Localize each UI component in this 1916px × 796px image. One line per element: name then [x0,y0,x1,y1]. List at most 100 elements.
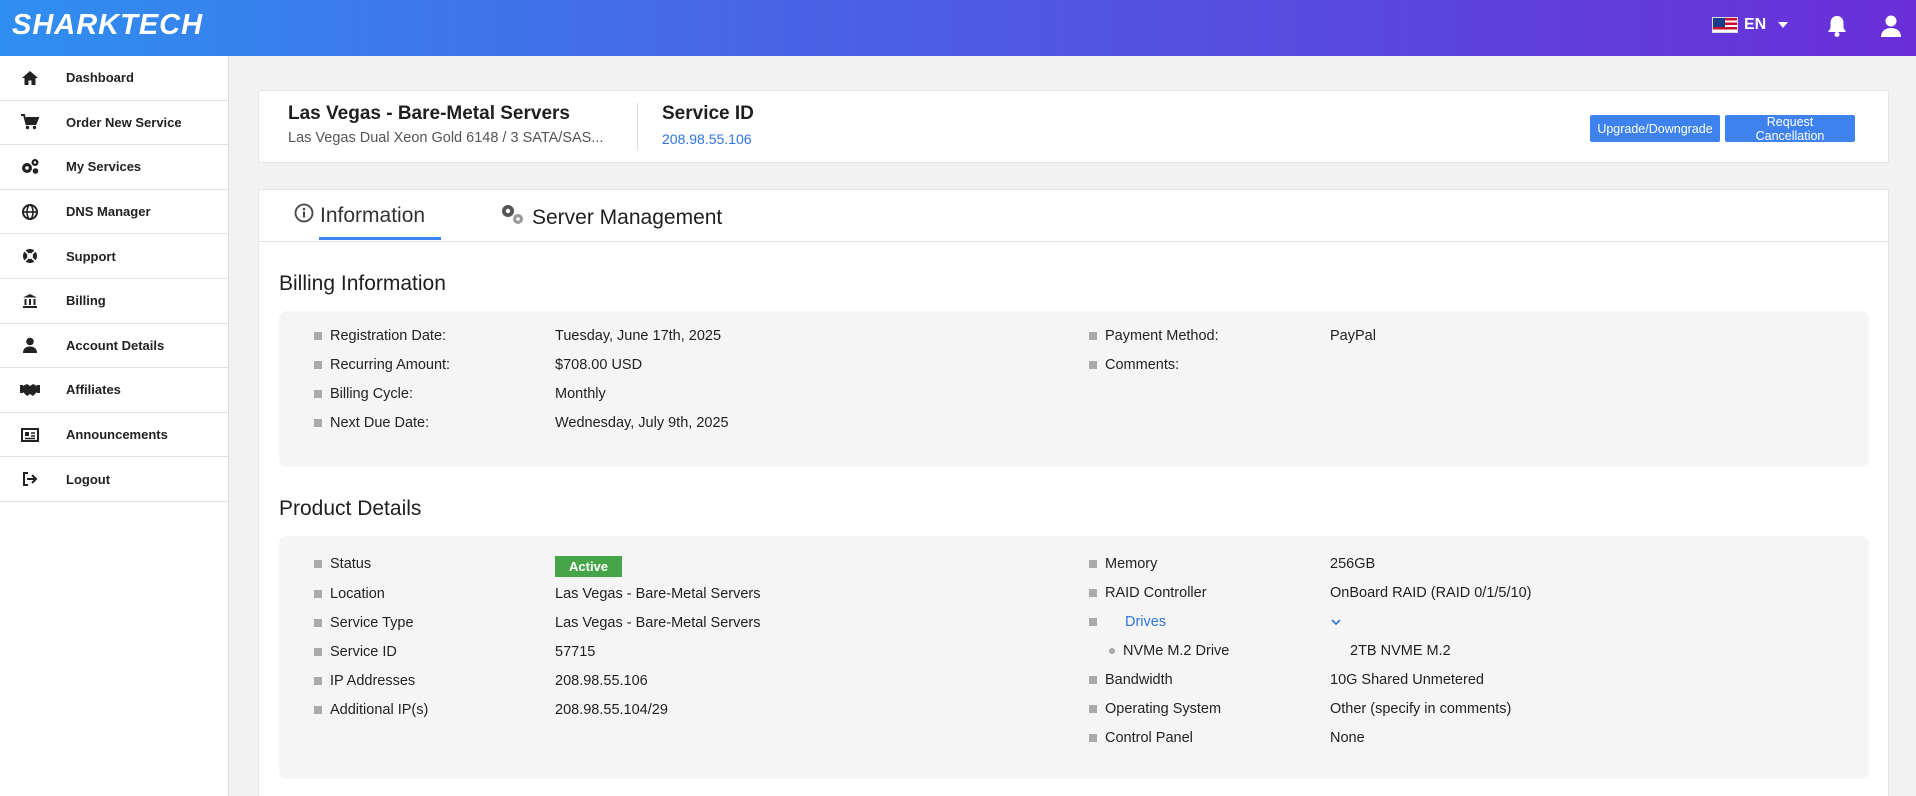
sidebar-item-label: Affiliates [66,382,121,398]
bullet [1089,676,1097,684]
gears-icon [500,203,526,233]
bullet [1089,705,1097,713]
service-id-link[interactable]: 208.98.55.106 [662,131,752,147]
raid-controller-value: OnBoard RAID (RAID 0/1/5/10) [1330,585,1532,601]
top-bar: SHARKTECH EN [0,0,1916,56]
drives-toggle[interactable]: Drives [1089,614,1166,630]
product-row: Location [314,586,385,602]
chevron-down-icon [1778,22,1789,28]
sidebar-item-dashboard[interactable]: Dashboard [0,56,228,101]
sidebar-item-label: Billing [66,293,106,309]
billing-cycle-value: Monthly [555,386,606,402]
globe-icon [0,203,66,220]
field-label: Registration Date: [330,328,447,344]
bullet [1089,332,1097,340]
product-row: Memory [1089,556,1157,572]
bullet [314,560,322,568]
memory-value: 256GB [1330,556,1376,572]
billing-row: Comments: [1089,357,1179,373]
tab-server-management[interactable]: Server Management [500,203,722,233]
field-label: RAID Controller [1105,585,1207,601]
sidebar-item-label: Order New Service [66,114,182,130]
tab-server-management-label: Server Management [532,206,723,229]
sidebar-item-order-new-service[interactable]: Order New Service [0,101,228,146]
sharktech-logo[interactable]: SHARKTECH [12,9,203,42]
tab-information-label: Information [320,204,426,227]
sidebar-item-dns-manager[interactable]: DNS Manager [0,190,228,235]
product-row: Service ID [314,644,397,660]
field-label: Recurring Amount: [330,357,451,373]
field-label: Payment Method: [1105,328,1219,344]
bullet [1089,618,1097,626]
status-badge: Active [555,556,623,577]
request-cancellation-button[interactable]: Request Cancellation [1725,115,1855,143]
billing-row: Billing Cycle: [314,386,413,402]
drives-link[interactable]: Drives [1125,614,1166,630]
sidebar-item-label: DNS Manager [66,204,151,220]
language-selector[interactable]: EN [1712,16,1789,34]
next-due-date-value: Wednesday, July 9th, 2025 [555,415,729,431]
product-details-box: Status Active Location Las Vegas - Bare-… [279,536,1869,779]
bullet [314,332,322,340]
sidebar-item-label: My Services [66,159,142,175]
field-label: Bandwidth [1105,672,1173,688]
billing-information-title: Billing Information [279,272,446,295]
product-row: IP Addresses [314,673,415,689]
location-value: Las Vegas - Bare-Metal Servers [555,586,761,602]
product-row: Control Panel [1089,730,1193,746]
product-row: Operating System [1089,701,1221,717]
upgrade-downgrade-button[interactable]: Upgrade/Downgrade [1590,115,1720,142]
sidebar-item-my-services[interactable]: My Services [0,145,228,190]
home-icon [0,70,66,86]
sidebar-item-label: Announcements [66,427,168,443]
sidebar-item-affiliates[interactable]: Affiliates [0,368,228,413]
field-label: Location [330,586,385,602]
active-tab-indicator [319,237,441,240]
payment-method-value: PayPal [1330,328,1376,344]
tab-information[interactable]: Information [294,203,425,229]
product-row: Additional IP(s) [314,702,428,718]
sidebar-item-announcements[interactable]: Announcements [0,413,228,458]
divider [637,103,638,149]
product-row: NVMe M.2 Drive [1109,643,1229,659]
billing-row: Recurring Amount: [314,357,450,373]
billing-row: Registration Date: [314,328,446,344]
bullet [314,419,322,427]
field-label: Service ID [330,644,397,660]
ip-addresses-value: 208.98.55.106 [555,673,648,689]
sidebar-item-logout[interactable]: Logout [0,457,228,502]
field-label: IP Addresses [330,673,416,689]
nvme-drive-value: 2TB NVME M.2 [1350,643,1451,659]
sidebar-item-support[interactable]: Support [0,234,228,279]
product-row: RAID Controller [1089,585,1207,601]
drives-chevron-icon[interactable] [1330,615,1342,631]
service-details-card: Information Server Management Billing In… [258,189,1890,796]
newspaper-icon [0,427,66,442]
bullet [314,648,322,656]
language-label: EN [1744,16,1767,33]
field-label: Billing Cycle: [330,386,413,402]
cogs-icon [0,158,66,175]
sidebar-item-billing[interactable]: Billing [0,279,228,324]
field-label: Additional IP(s) [330,702,429,718]
bell-icon[interactable] [1826,14,1848,43]
bullet [1109,648,1115,654]
sidebar-item-label: Account Details [66,337,165,353]
product-details-title: Product Details [279,497,422,520]
field-label: NVMe M.2 Drive [1123,643,1230,659]
user-account-icon[interactable] [1880,14,1902,43]
billing-row: Payment Method: [1089,328,1219,344]
bullet [1089,560,1097,568]
lifebuoy-icon [0,248,66,264]
service-title: Las Vegas - Bare-Metal Servers [288,103,570,124]
field-label: Memory [1105,556,1158,572]
sidebar-item-account-details[interactable]: Account Details [0,324,228,369]
product-row: Status [314,556,371,572]
billing-row: Next Due Date: [314,415,429,431]
field-label: Service Type [330,615,414,631]
tab-bar: Information Server Management [259,190,1890,242]
sidebar-item-label: Logout [66,471,111,487]
recurring-amount-value: $708.00 USD [555,357,643,373]
field-label: Operating System [1105,701,1222,717]
info-circle-icon [294,203,314,229]
